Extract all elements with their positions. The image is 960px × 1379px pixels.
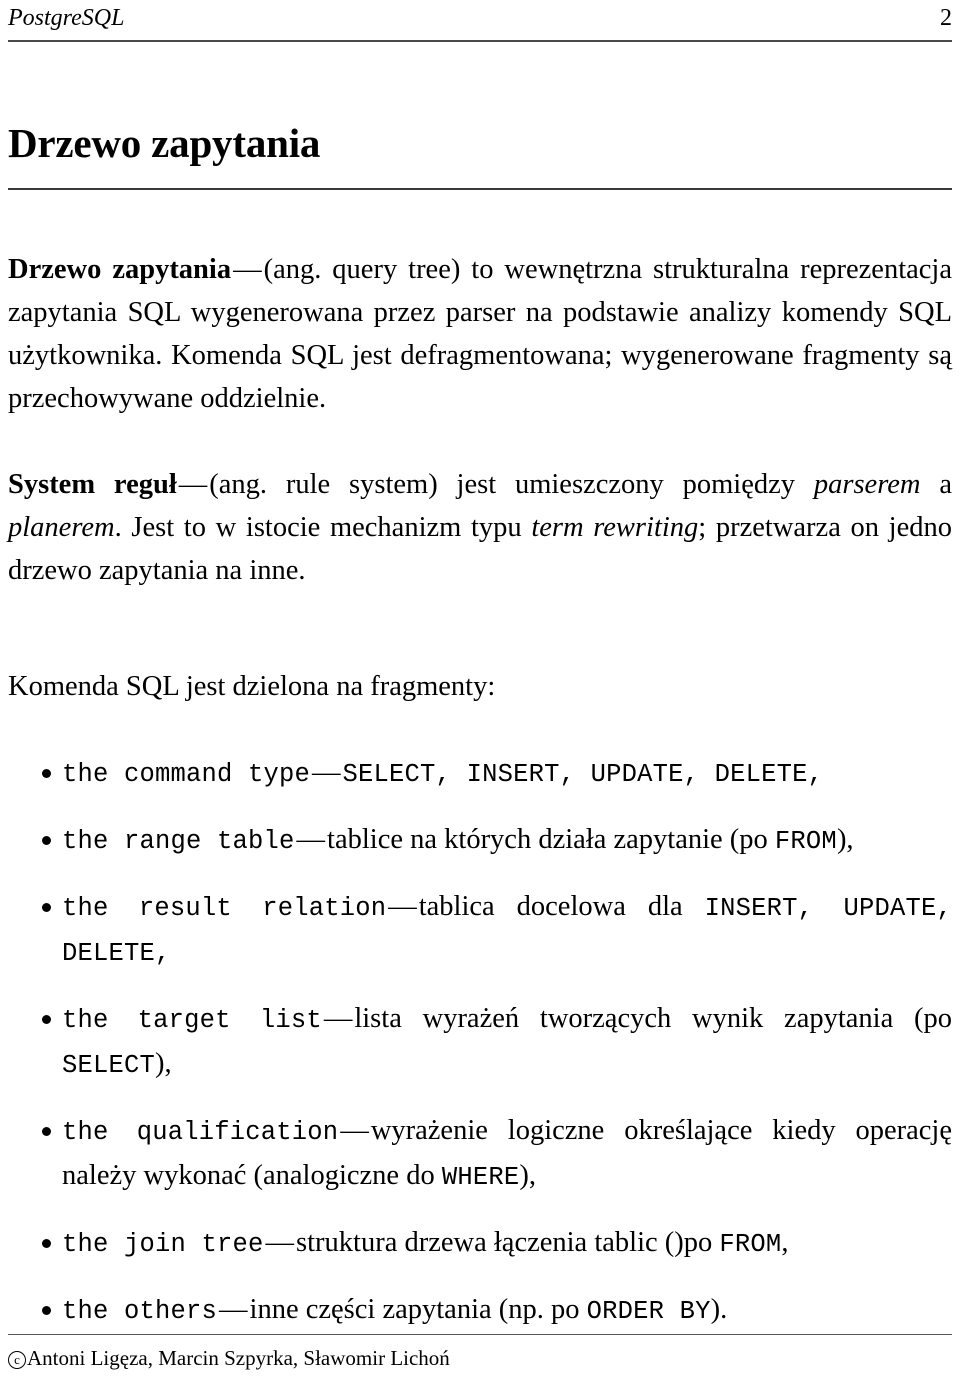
code-join-tree: the join tree <box>62 1230 264 1259</box>
footer-text: c Antoni Ligęza, Marcin Szpyrka, Sławomir… <box>8 1345 952 1371</box>
code-result-relation: the result relation <box>62 894 387 923</box>
result-relation-description: tablica docelowa dla <box>418 891 705 922</box>
em-dash: — <box>388 891 417 922</box>
join-tree-description-end: , <box>781 1227 789 1258</box>
bullet-icon <box>42 1239 51 1248</box>
list-item: the command type—SELECT, INSERT, UPDATE,… <box>8 751 952 796</box>
target-list-description-end: ), <box>155 1048 172 1079</box>
header-title: PostgreSQL <box>8 5 125 31</box>
em-dash: — <box>219 1294 248 1325</box>
rule-system-text-3: . Jest to w istocie mechanizm typu <box>114 512 532 543</box>
paragraph-query-tree: Drzewo zapytania—(ang. query tree) to we… <box>8 248 952 420</box>
em-dash: — <box>296 824 326 855</box>
code-others: the others <box>62 1297 218 1326</box>
bullet-icon <box>42 903 51 912</box>
rule-system-text-2: a <box>920 469 952 500</box>
footer-authors: Antoni Ligęza, Marcin Szpyrka, Sławomir … <box>27 1346 450 1370</box>
em-dash: — <box>323 1003 353 1034</box>
bullet-icon <box>42 1306 51 1315</box>
code-command-keywords: SELECT, INSERT, UPDATE, DELETE, <box>342 760 824 789</box>
list-intro: Komenda SQL jest dzielona na fragmenty: <box>8 671 496 702</box>
em-dash: — <box>265 1227 295 1258</box>
header-divider <box>8 40 952 42</box>
document-body: Drzewo zapytania—(ang. query tree) to we… <box>8 248 952 1333</box>
bullet-icon <box>42 1127 51 1136</box>
list-item: the result relation—tablica docelowa dla… <box>8 885 952 975</box>
rule-system-text-1: (ang. rule system) jest umieszczony pomi… <box>209 469 814 500</box>
em-dash: — <box>233 254 262 285</box>
join-tree-description: struktura drzewa łączenia tablic ()po <box>296 1227 720 1258</box>
em-dash: — <box>340 1115 369 1146</box>
others-description-end: ). <box>710 1294 728 1325</box>
target-list-description: lista wyrażeń tworzących wynik zapytania… <box>354 1003 952 1034</box>
copyright-icon: c <box>8 1351 26 1369</box>
others-description: inne części zapytania (np. po <box>249 1294 587 1325</box>
qualification-description-end: ), <box>519 1160 536 1191</box>
list-item: the others—inne części zapytania (np. po… <box>8 1288 952 1333</box>
page-header: PostgreSQL 2 <box>8 0 952 38</box>
term-system-regul: System reguł <box>8 469 177 500</box>
code-select-keyword: SELECT <box>62 1051 156 1080</box>
document-page: PostgreSQL 2 Drzewo zapytania Drzewo zap… <box>0 0 960 1379</box>
em-dash: — <box>312 757 341 788</box>
page-footer: c Antoni Ligęza, Marcin Szpyrka, Sławomir… <box>8 1334 952 1371</box>
query-fragments-list: the command type—SELECT, INSERT, UPDATE,… <box>8 751 952 1333</box>
range-table-description-end: ), <box>836 824 854 855</box>
list-item: the target list—lista wyrażeń tworzących… <box>8 997 952 1087</box>
code-qualification: the qualification <box>62 1118 339 1147</box>
emphasis-term-rewriting: term rewriting <box>531 512 699 543</box>
code-from-keyword: FROM <box>774 827 837 856</box>
code-command-type: the command type <box>62 760 311 789</box>
bullet-icon <box>42 836 51 845</box>
range-table-description: tablice na których działa zapytanie (po <box>327 824 775 855</box>
paragraph-rule-system: System reguł—(ang. rule system) jest umi… <box>8 463 952 592</box>
footer-divider <box>8 1334 952 1335</box>
code-where-keyword: WHERE <box>441 1163 520 1192</box>
code-from-keyword: FROM <box>719 1230 782 1259</box>
term-drzewo-zapytania: Drzewo zapytania <box>8 254 232 285</box>
title-divider <box>8 188 952 190</box>
page-title: Drzewo zapytania <box>8 120 321 166</box>
list-item: the range table—tablice na których dział… <box>8 818 952 863</box>
code-target-list: the target list <box>62 1006 322 1035</box>
emphasis-parserem: parserem <box>813 469 921 500</box>
bullet-icon <box>42 769 51 778</box>
em-dash: — <box>178 469 208 500</box>
header-page-number: 2 <box>940 5 952 31</box>
code-range-table: the range table <box>62 827 295 856</box>
list-item: the qualification—wyrażenie logiczne okr… <box>8 1109 952 1199</box>
list-item: the join tree—struktura drzewa łączenia … <box>8 1221 952 1266</box>
code-order-by-keyword: ORDER BY <box>586 1297 711 1326</box>
title-block: Drzewo zapytania <box>8 120 952 190</box>
bullet-icon <box>42 1015 51 1024</box>
emphasis-planerem: planerem <box>8 512 115 543</box>
